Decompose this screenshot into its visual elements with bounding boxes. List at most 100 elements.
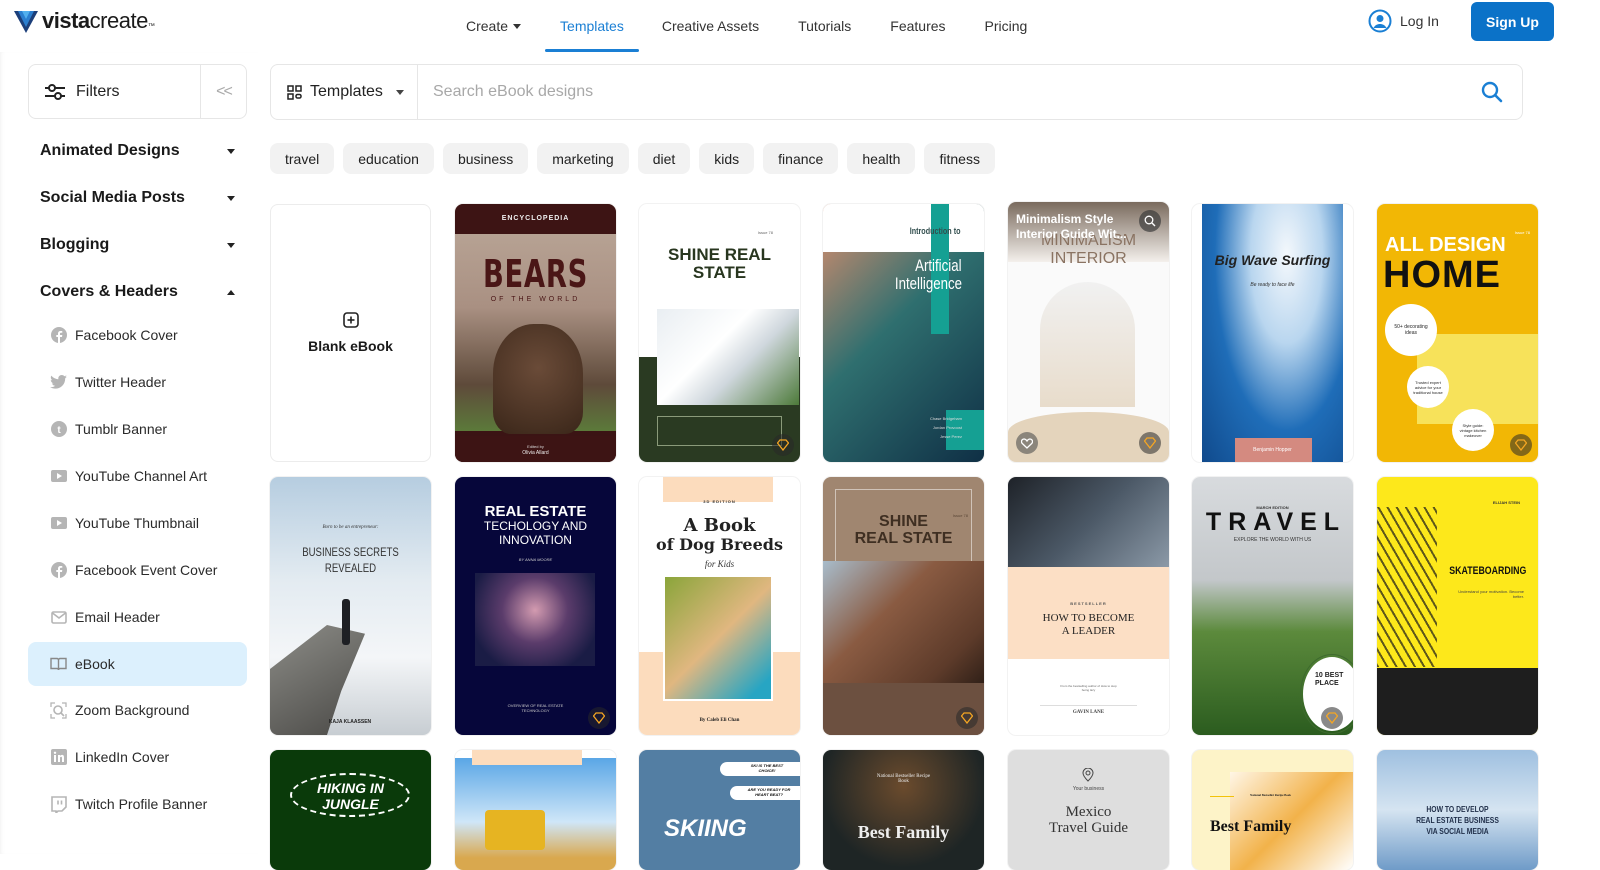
tag-chip[interactable]: business xyxy=(442,143,529,174)
email-icon xyxy=(50,609,67,626)
heart-icon xyxy=(1021,437,1033,449)
tag-chip[interactable]: education xyxy=(343,143,434,174)
magnifier-plus-icon xyxy=(1144,215,1156,227)
nav-templates[interactable]: Templates xyxy=(545,0,639,52)
category-social-media-posts[interactable]: Social Media Posts xyxy=(40,187,235,209)
category-animated-designs[interactable]: Animated Designs xyxy=(40,140,235,162)
sidebar-item-facebook-cover[interactable]: Facebook Cover xyxy=(28,314,247,356)
sidebar: Filters << Animated Designs Social Media… xyxy=(0,52,258,854)
main-nav: Create Templates Creative Assets Tutoria… xyxy=(466,0,1066,52)
premium-gem-icon xyxy=(1139,432,1161,454)
vr-headset-image xyxy=(475,573,595,666)
businessman-signing-image xyxy=(1008,477,1169,567)
skater-illustration xyxy=(1377,507,1437,667)
nav-create[interactable]: Create xyxy=(466,0,522,52)
nav-pricing[interactable]: Pricing xyxy=(985,0,1028,52)
template-card-skateboarding[interactable]: ELIJAH STEIN SKATEBOARDING Understand yo… xyxy=(1377,477,1538,735)
template-card-dog-breeds[interactable]: 3D EDITION A Book of Dog Breeds for Kids… xyxy=(639,477,800,735)
template-card-shine-real-state[interactable]: Issue 78 SHINE REAL STATE xyxy=(639,204,800,462)
chevron-down-icon xyxy=(227,242,235,248)
template-card-business-secrets[interactable]: Born to be an entrepreneur: BUSINESS SEC… xyxy=(270,477,431,735)
plus-square-icon xyxy=(342,312,359,328)
sidebar-item-twitter-header[interactable]: Twitter Header xyxy=(28,361,247,403)
category-blogging[interactable]: Blogging xyxy=(40,234,235,256)
premium-gem-icon xyxy=(772,434,794,456)
nav-tutorials[interactable]: Tutorials xyxy=(798,0,851,52)
template-card-develop-real-estate[interactable]: HOW TO DEVELOP REAL ESTATE BUSINESS VIA … xyxy=(1377,750,1538,870)
template-card-real-estate-technology[interactable]: REAL ESTATE TECHOLOGY AND INNOVATION BY … xyxy=(455,477,616,735)
sidebar-item-zoom-background[interactable]: Zoom Background xyxy=(28,689,247,731)
vistacreate-logo[interactable]: vistacreate™ xyxy=(14,8,155,34)
bear-image xyxy=(493,324,583,434)
logo-tm: ™ xyxy=(147,23,155,30)
sliders-icon xyxy=(45,83,65,100)
user-icon xyxy=(1368,9,1392,33)
template-card-skiing[interactable]: SKI IS THE BEST CHOICE! ARE YOU READY FO… xyxy=(639,750,800,870)
sidebar-item-email-header[interactable]: Email Header xyxy=(28,596,247,638)
chevron-up-icon xyxy=(227,289,235,295)
template-card-become-a-leader[interactable]: BESTSELLER HOW TO BECOME A LEADER From t… xyxy=(1008,477,1169,735)
sidebar-item-youtube-channel-art[interactable]: YouTube Channel Art xyxy=(28,455,247,497)
favorite-button[interactable] xyxy=(1016,432,1038,454)
sidebar-item-facebook-event-cover[interactable]: Facebook Event Cover xyxy=(28,549,247,591)
chevron-down-icon xyxy=(227,195,235,201)
youtube-icon xyxy=(50,468,67,485)
search-input[interactable] xyxy=(418,65,1462,119)
collapse-sidebar-button[interactable]: << xyxy=(201,65,246,118)
search-button[interactable] xyxy=(1462,65,1522,119)
book-icon xyxy=(50,656,67,673)
facebook-icon xyxy=(50,327,67,344)
tag-chip[interactable]: travel xyxy=(270,143,335,174)
chevron-down-icon xyxy=(227,148,235,154)
template-card-shine-real-state-2[interactable]: Issue 78 SHINE REAL STATE xyxy=(823,477,984,735)
chevron-down-icon xyxy=(395,89,404,95)
template-card-construction[interactable] xyxy=(455,750,616,870)
login-button[interactable]: Log In xyxy=(1368,9,1439,33)
grid-icon xyxy=(287,84,302,100)
tag-chip[interactable]: fitness xyxy=(924,143,995,174)
template-card-travel[interactable]: MARCH EDITION TRAVEL EXPLORE THE WORLD W… xyxy=(1192,477,1353,735)
sidebar-item-tumblr-banner[interactable]: t Tumblr Banner xyxy=(28,408,247,450)
signup-button[interactable]: Sign Up xyxy=(1471,2,1554,41)
interior-image xyxy=(1040,282,1135,407)
twitter-icon xyxy=(50,374,67,391)
buildings-image xyxy=(823,561,984,683)
premium-gem-icon xyxy=(588,707,610,729)
template-card-hiking-in-jungle[interactable]: HIKING IN JUNGLE xyxy=(270,750,431,870)
preview-zoom-button[interactable] xyxy=(1139,210,1161,232)
template-card-mexico-travel-guide[interactable]: Your business Mexico Travel Guide xyxy=(1008,750,1169,870)
twitch-icon xyxy=(50,795,67,813)
template-card-minimalism-interior[interactable]: MINIMALISM INTERIOR Minimalism Style Int… xyxy=(1008,202,1169,462)
template-card-big-wave-surfing[interactable]: Big Wave Surfing Be ready to face life B… xyxy=(1192,204,1353,462)
premium-gem-icon xyxy=(956,707,978,729)
logo-mark-icon xyxy=(14,11,38,33)
premium-gem-icon xyxy=(1510,434,1532,456)
tag-chip[interactable]: diet xyxy=(637,143,691,174)
girl-puppy-image xyxy=(663,575,773,701)
filters-button[interactable]: Filters xyxy=(29,65,201,118)
tag-chip[interactable]: kids xyxy=(699,143,755,174)
template-type-dropdown[interactable]: Templates xyxy=(271,65,418,119)
template-card-best-family-light[interactable]: National Bestseller Recipe Book Best Fam… xyxy=(1192,750,1353,870)
family-house-image xyxy=(657,309,799,405)
template-card-bears[interactable]: ENCYCLOPEDIA BEARS OF THE WORLD Edited b… xyxy=(455,204,616,462)
zoom-icon xyxy=(50,701,67,719)
category-covers-headers[interactable]: Covers & Headers xyxy=(40,281,235,303)
sidebar-item-linkedin-cover[interactable]: LinkedIn Cover xyxy=(28,736,247,778)
tumblr-icon: t xyxy=(50,421,67,438)
template-card-artificial-intelligence[interactable]: Introduction to Artificial Intelligence … xyxy=(823,204,984,462)
tag-chips: travel education business marketing diet… xyxy=(270,143,995,174)
template-card-all-design-home[interactable]: Issue 78 ALL DESIGN HOME 50+ decorating … xyxy=(1377,204,1538,462)
sidebar-item-ebook[interactable]: eBook xyxy=(28,642,247,686)
nav-creative-assets[interactable]: Creative Assets xyxy=(662,0,759,52)
premium-gem-icon xyxy=(1321,707,1343,729)
blank-ebook-card[interactable]: Blank eBook xyxy=(270,204,431,462)
tag-chip[interactable]: finance xyxy=(763,143,839,174)
sidebar-item-youtube-thumbnail[interactable]: YouTube Thumbnail xyxy=(28,502,247,544)
tag-chip[interactable]: health xyxy=(847,143,916,174)
sidebar-item-twitch-profile-banner[interactable]: Twitch Profile Banner xyxy=(28,783,247,825)
top-header: vistacreate™ Create Templates Creative A… xyxy=(0,0,1600,52)
nav-features[interactable]: Features xyxy=(890,0,945,52)
template-card-best-family-dark[interactable]: National Bestseller Recipe Book Best Fam… xyxy=(823,750,984,870)
tag-chip[interactable]: marketing xyxy=(537,143,629,174)
